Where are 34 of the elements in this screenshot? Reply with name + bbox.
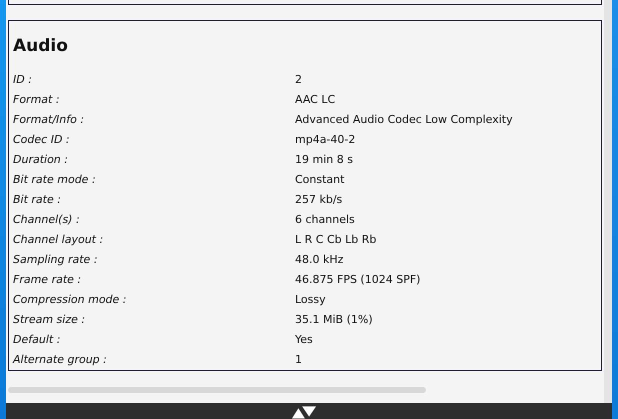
scrollbar-thumb[interactable] <box>8 387 426 393</box>
field-label: Bit rate mode : <box>13 172 97 186</box>
field-value: 35.1 MiB (1%) <box>295 312 373 326</box>
field-label: Duration : <box>13 152 69 166</box>
field-value: 257 kb/s <box>295 192 342 206</box>
field-label: Format/Info : <box>13 112 86 126</box>
field-label: Default : <box>13 332 62 346</box>
up-down-arrows-icon[interactable] <box>291 405 317 419</box>
field-label: Bit rate : <box>13 192 62 206</box>
field-value: Constant <box>295 172 344 186</box>
field-value: AAC LC <box>295 92 336 106</box>
field-label: Compression mode : <box>13 292 128 306</box>
vertical-scrollbar[interactable] <box>604 0 612 403</box>
field-value: 46.875 FPS (1024 SPF) <box>295 272 420 286</box>
field-value: mp4a-40-2 <box>295 132 356 146</box>
field-label: Alternate group : <box>13 352 108 366</box>
field-label: Stream size : <box>13 312 86 326</box>
field-value: 48.0 kHz <box>295 252 344 266</box>
field-value: 19 min 8 s <box>295 152 353 166</box>
field-value: Lossy <box>295 292 326 306</box>
field-value: 1 <box>295 352 302 366</box>
field-label: Channel(s) : <box>13 212 81 226</box>
field-value: Yes <box>295 332 313 346</box>
field-label: Channel layout : <box>13 232 104 246</box>
section-title: Audio <box>13 35 69 57</box>
field-value: 6 channels <box>295 212 355 226</box>
field-value: L R C Cb Lb Rb <box>295 232 376 246</box>
field-label: Sampling rate : <box>13 252 99 266</box>
field-label: Frame rate : <box>13 272 82 286</box>
field-label: Format : <box>13 92 61 106</box>
field-label: Codec ID : <box>13 132 71 146</box>
field-value: 2 <box>295 72 302 86</box>
field-label: ID : <box>13 72 33 86</box>
field-value: Advanced Audio Codec Low Complexity <box>295 112 513 126</box>
